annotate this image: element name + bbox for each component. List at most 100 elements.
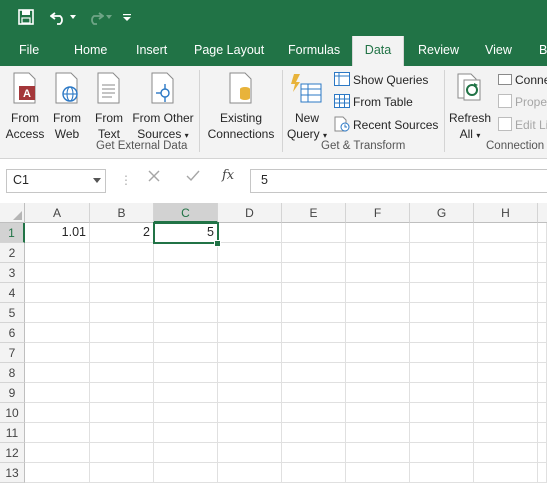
grid-cell[interactable] [474,303,538,323]
grid-cell[interactable] [474,263,538,283]
grid-cell[interactable] [346,383,410,403]
grid-cell[interactable] [410,283,474,303]
from-table-button[interactable]: From Table [334,92,413,112]
grid-cell[interactable] [25,423,90,443]
column-header-d[interactable]: D [218,203,282,223]
row-header-2[interactable]: 2 [0,243,25,263]
grid-cell[interactable] [218,323,282,343]
grid-cell[interactable] [218,423,282,443]
tab-home[interactable]: Home [74,36,107,66]
grid-cell[interactable] [90,323,154,343]
grid-cell[interactable] [90,403,154,423]
grid-cell[interactable] [538,323,547,343]
from-access-button[interactable]: A From Access [5,72,45,142]
row-header-3[interactable]: 3 [0,263,25,283]
grid-cell[interactable] [474,363,538,383]
grid-cell[interactable] [538,283,547,303]
grid-cell[interactable] [410,343,474,363]
grid-cell[interactable] [410,363,474,383]
column-header-a[interactable]: A [25,203,90,223]
grid-cell[interactable] [474,403,538,423]
grid-cell[interactable] [218,283,282,303]
grid-cell[interactable] [538,343,547,363]
grid-cell[interactable] [282,383,346,403]
row-header-7[interactable]: 7 [0,343,25,363]
grid-cell[interactable] [218,403,282,423]
grid-cell[interactable] [218,383,282,403]
show-queries-button[interactable]: Show Queries [334,70,428,90]
existing-connections-button[interactable]: Existing Connections [204,72,278,142]
grid-cell[interactable] [346,263,410,283]
grid-cell[interactable] [282,323,346,343]
row-header-12[interactable]: 12 [0,443,25,463]
grid-cell[interactable] [282,463,346,483]
grid-cell[interactable] [346,423,410,443]
grid-cell[interactable] [346,403,410,423]
grid-cell[interactable] [218,443,282,463]
grid-cell[interactable] [474,443,538,463]
grid-cell[interactable] [282,443,346,463]
connections-button[interactable]: Conne [498,70,547,90]
grid-cell[interactable] [282,403,346,423]
select-all-corner[interactable] [0,203,25,223]
grid-cell[interactable] [538,363,547,383]
grid-cell[interactable] [154,403,218,423]
row-header-5[interactable]: 5 [0,303,25,323]
grid-cell[interactable] [218,223,282,243]
grid-cell[interactable] [25,263,90,283]
grid-cell[interactable] [410,403,474,423]
grid-cell[interactable] [154,303,218,323]
tab-file[interactable]: File [19,36,39,66]
grid-cell[interactable] [218,243,282,263]
grid-cell[interactable] [282,363,346,383]
cell-b1[interactable]: 2 [90,223,154,243]
row-header-13[interactable]: 13 [0,463,25,483]
grid-cell[interactable] [282,343,346,363]
grid-cell[interactable] [538,223,547,243]
tab-more[interactable]: B [539,36,547,66]
grid-cell[interactable] [410,463,474,483]
grid-cell[interactable] [474,223,538,243]
from-web-button[interactable]: From Web [48,72,86,142]
row-header-8[interactable]: 8 [0,363,25,383]
grid-cell[interactable] [346,443,410,463]
grid-cell[interactable] [90,303,154,323]
grid-cell[interactable] [25,343,90,363]
row-header-10[interactable]: 10 [0,403,25,423]
grid-cell[interactable] [538,443,547,463]
grid-cell[interactable] [410,443,474,463]
name-box[interactable]: C1 [6,169,106,193]
grid-cell[interactable] [154,283,218,303]
grid-cell[interactable] [154,243,218,263]
grid-cell[interactable] [154,463,218,483]
grid-cell[interactable] [346,283,410,303]
grid-cell[interactable] [346,363,410,383]
grid-cell[interactable] [218,263,282,283]
grid-cell[interactable] [282,223,346,243]
tab-formulas[interactable]: Formulas [288,36,340,66]
recent-sources-button[interactable]: Recent Sources [334,115,438,135]
from-text-button[interactable]: From Text [90,72,128,142]
grid-cell[interactable] [474,323,538,343]
grid-cell[interactable] [538,403,547,423]
fill-handle[interactable] [214,240,221,247]
grid-cell[interactable] [90,283,154,303]
tab-view[interactable]: View [485,36,512,66]
grid-cell[interactable] [410,423,474,443]
cell-a1[interactable]: 1.01 [25,223,90,243]
grid-cell[interactable] [154,423,218,443]
grid-cell[interactable] [25,383,90,403]
grid-cell[interactable] [282,263,346,283]
grid-cell[interactable] [474,423,538,443]
column-header-f[interactable]: F [346,203,410,223]
grid-cell[interactable] [154,343,218,363]
grid-cell[interactable] [218,303,282,323]
new-query-button[interactable]: New Query ▾ [285,72,329,144]
grid-cell[interactable] [282,283,346,303]
grid-cell[interactable] [410,263,474,283]
grid-cell[interactable] [218,343,282,363]
formula-input[interactable]: 5 [250,169,547,193]
grid-cell[interactable] [25,403,90,423]
grid-cell[interactable] [346,323,410,343]
grid-cell[interactable] [410,383,474,403]
